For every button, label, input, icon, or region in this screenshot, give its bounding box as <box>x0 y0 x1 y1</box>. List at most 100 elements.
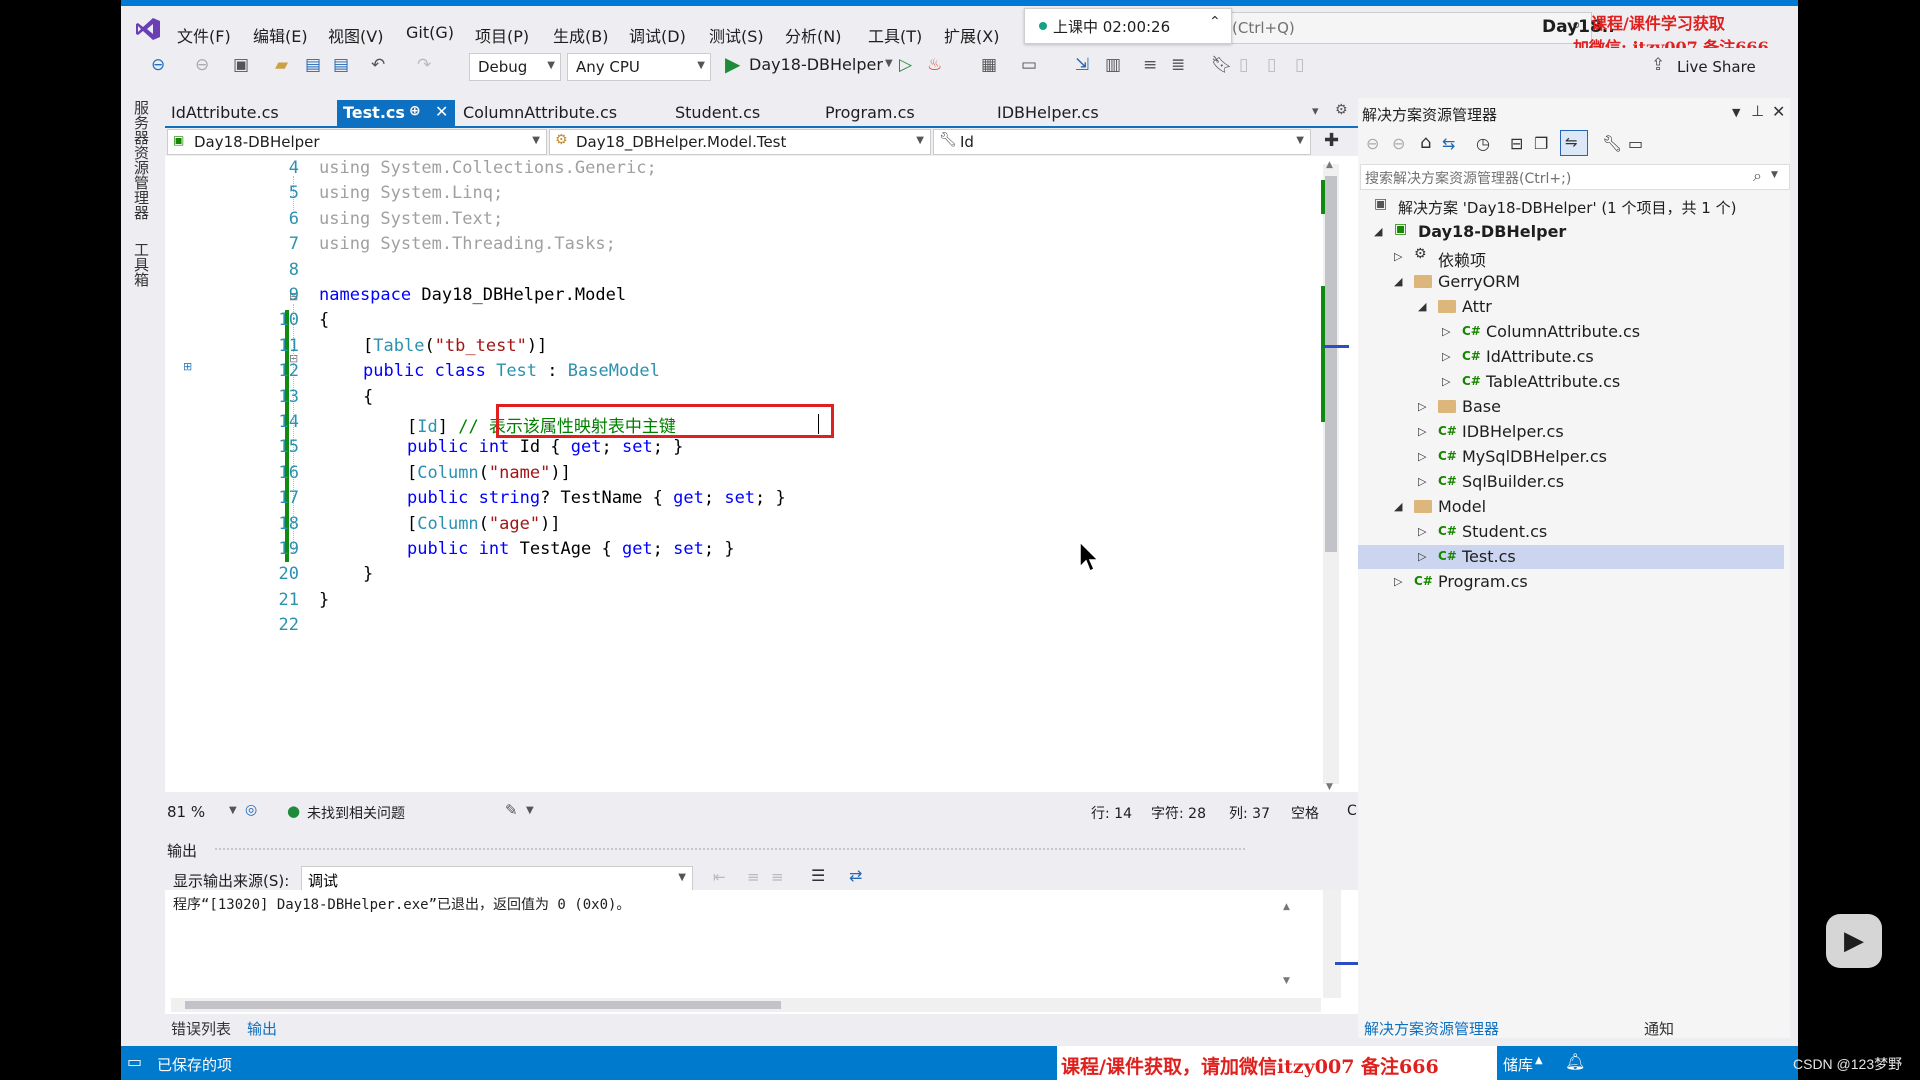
tree-item-folder-gerryorm[interactable]: ◢ GerryORM <box>1358 271 1788 293</box>
scrollbar-thumb[interactable] <box>1325 176 1337 552</box>
forward-icon[interactable]: ⊖ <box>1392 134 1405 153</box>
prev-message-icon[interactable]: ≡ <box>747 868 760 886</box>
format-icon[interactable]: ▥ <box>1105 55 1121 75</box>
zoom-level[interactable]: 81 % <box>167 803 205 821</box>
tree-item-test-selected[interactable]: ▷ C# Test.cs <box>1358 545 1784 569</box>
tree-item-mysqldbhelper[interactable]: ▷ C# MySqlDBHelper.cs <box>1358 446 1788 468</box>
next-bookmark-icon[interactable]: ▯ <box>1267 55 1276 75</box>
chevron-up-icon[interactable]: ⌃ <box>1209 14 1221 30</box>
show-all-files-icon[interactable]: ❐ <box>1534 134 1548 153</box>
scroll-up-icon[interactable]: ▲ <box>1283 902 1290 912</box>
tree-item-project[interactable]: ◢ ▣ Day18-DBHelper <box>1358 221 1788 243</box>
output-vscrollbar[interactable] <box>1323 890 1341 998</box>
scroll-down-icon[interactable]: ▼ <box>1326 782 1333 792</box>
tab-idbhelper[interactable]: IDBHelper.cs <box>943 100 1113 126</box>
search-input[interactable]: (Ctrl+Q) ⌕ <box>1221 12 1592 44</box>
word-wrap-icon[interactable]: ⇄ <box>849 866 862 885</box>
open-folder-icon[interactable]: ▰ <box>275 55 288 75</box>
tree-item-idbhelper[interactable]: ▷ C# IDBHelper.cs <box>1358 421 1788 443</box>
expanded-arrow-icon[interactable]: ◢ <box>1394 500 1402 513</box>
tab-list-dropdown-icon[interactable]: ▾ <box>1312 104 1319 119</box>
output-source-select[interactable]: 调试 ▼ <box>301 866 693 892</box>
toolbox-tab[interactable]: 工具箱 <box>131 242 152 287</box>
menu-git[interactable]: Git(G) <box>406 23 454 42</box>
tree-item-idattribute[interactable]: ▷ C# IdAttribute.cs <box>1358 346 1788 368</box>
solution-config-icon[interactable]: ▦ <box>981 55 997 75</box>
menu-file[interactable]: 文件(F) <box>177 23 231 47</box>
forward-icon[interactable]: ⊖ <box>195 55 209 75</box>
scroll-up-icon[interactable]: ▲ <box>1326 160 1333 170</box>
collapse-all-icon[interactable]: ⊟ <box>1510 134 1523 153</box>
configuration-select[interactable]: Debug ▼ <box>469 53 561 81</box>
close-icon[interactable]: ✕ <box>1772 102 1785 121</box>
panel-menu-icon[interactable]: ▼ <box>1732 106 1740 119</box>
code-editor[interactable]: ⊞ ⊟ ⊟ 4 5 6 7 8 9 10 11 12 13 14 15 16 1… <box>165 156 1472 792</box>
gear-icon[interactable]: ⚙ <box>1335 102 1348 118</box>
expanded-arrow-icon[interactable]: ◢ <box>1418 300 1426 313</box>
switch-views-icon[interactable]: ⇆ <box>1442 134 1455 153</box>
find-message-icon[interactable]: ⇤ <box>713 868 726 886</box>
output-text-area[interactable]: 程序“[13020] Day18-DBHelper.exe”已退出，返回值为 0… <box>165 890 1472 1014</box>
bookmark-icon[interactable]: 🔖︎ <box>1211 55 1233 75</box>
close-icon[interactable]: ✕ <box>435 102 448 121</box>
bell-icon[interactable]: 🔔︎ <box>1565 1052 1585 1071</box>
collapsed-arrow-icon[interactable]: ▷ <box>1394 250 1402 263</box>
run-target-label[interactable]: Day18-DBHelper <box>749 55 883 74</box>
wrench-icon[interactable]: 🔧︎ <box>1602 134 1622 153</box>
solution-search-input[interactable]: 搜索解决方案资源管理器(Ctrl+;) ⌕ ▼ <box>1360 164 1790 190</box>
step-icon[interactable]: ⇲ <box>1075 55 1089 75</box>
split-window-icon[interactable]: ✚ <box>1324 130 1339 151</box>
collapsed-arrow-icon[interactable]: ▷ <box>1418 550 1426 563</box>
undo-icon[interactable]: ↶ <box>371 55 385 75</box>
redo-icon[interactable]: ↷ <box>417 55 431 75</box>
clear-bookmarks-icon[interactable]: ▯ <box>1295 55 1304 75</box>
expanded-arrow-icon[interactable]: ◢ <box>1374 225 1382 238</box>
tree-item-solution[interactable]: ▣ 解决方案 'Day18-DBHelper' (1 个项目，共 1 个) <box>1358 196 1788 218</box>
tree-item-tableattribute[interactable]: ▷ C# TableAttribute.cs <box>1358 371 1788 393</box>
prev-bookmark-icon[interactable]: ▯ <box>1239 55 1248 75</box>
collapsed-arrow-icon[interactable]: ▷ <box>1394 575 1402 588</box>
tab-program[interactable]: Program.cs <box>801 100 941 126</box>
sync-active-document-button[interactable]: ⇋ <box>1560 130 1588 156</box>
scroll-down-icon[interactable]: ▼ <box>1283 976 1290 986</box>
tree-item-student[interactable]: ▷ C# Student.cs <box>1358 521 1788 543</box>
output-hscrollbar[interactable] <box>171 998 1321 1012</box>
indent-icon[interactable]: ≡ <box>1143 55 1157 75</box>
next-message-icon[interactable]: ≡ <box>771 868 784 886</box>
start-without-debug-icon[interactable]: ▷ <box>899 55 912 75</box>
tab-idattribute[interactable]: IdAttribute.cs <box>165 100 335 126</box>
code-cleanup-icon[interactable]: ✎ <box>505 801 518 819</box>
pin-icon[interactable]: ⊕ <box>409 103 421 119</box>
member-dropdown[interactable]: 🔧︎ Id ▼ <box>933 129 1311 155</box>
menu-edit[interactable]: 编辑(E) <box>253 23 308 47</box>
collapsed-arrow-icon[interactable]: ▷ <box>1418 400 1426 413</box>
collapsed-arrow-icon[interactable]: ▷ <box>1418 525 1426 538</box>
tree-item-folder-attr[interactable]: ◢ Attr <box>1358 296 1788 318</box>
tab-student[interactable]: Student.cs <box>659 100 799 126</box>
tab-solution-explorer[interactable]: 解决方案资源管理器 <box>1364 1018 1499 1039</box>
intellicode-icon[interactable]: ◎ <box>245 802 257 818</box>
whitespace-indicator[interactable]: 空格 <box>1291 803 1319 823</box>
back-icon[interactable]: ⊖ <box>1366 134 1379 153</box>
layout-icon[interactable]: ▭ <box>1021 55 1037 75</box>
tree-item-columnattribute[interactable]: ▷ C# ColumnAttribute.cs <box>1358 321 1788 343</box>
server-explorer-tab[interactable]: 服务器资源管理器 <box>131 100 152 220</box>
chevron-down-icon[interactable]: ▼ <box>526 805 534 816</box>
collapsed-arrow-icon[interactable]: ▷ <box>1442 325 1450 338</box>
properties-icon[interactable]: ▭ <box>1628 134 1643 153</box>
back-icon[interactable]: ⊖ <box>151 55 165 75</box>
menu-analyze[interactable]: 分析(N) <box>785 23 841 47</box>
collapsed-arrow-icon[interactable]: ▷ <box>1442 350 1450 363</box>
menu-view[interactable]: 视图(V) <box>328 23 383 47</box>
column-indicator[interactable]: 列: 37 <box>1229 803 1270 823</box>
collapsed-arrow-icon[interactable]: ▷ <box>1442 375 1450 388</box>
video-play-button[interactable]: ▶ <box>1826 914 1882 968</box>
menu-test[interactable]: 测试(S) <box>709 23 764 47</box>
tree-item-folder-base[interactable]: ▷ Base <box>1358 396 1788 418</box>
home-icon[interactable]: ⌂ <box>1420 132 1431 153</box>
tab-error-list[interactable]: 错误列表 <box>171 1018 231 1039</box>
platform-select[interactable]: Any CPU ▼ <box>567 53 711 81</box>
expanded-arrow-icon[interactable]: ◢ <box>1394 275 1402 288</box>
tab-notifications[interactable]: 通知 <box>1644 1018 1674 1039</box>
issues-status[interactable]: 未找到相关问题 <box>307 803 405 823</box>
